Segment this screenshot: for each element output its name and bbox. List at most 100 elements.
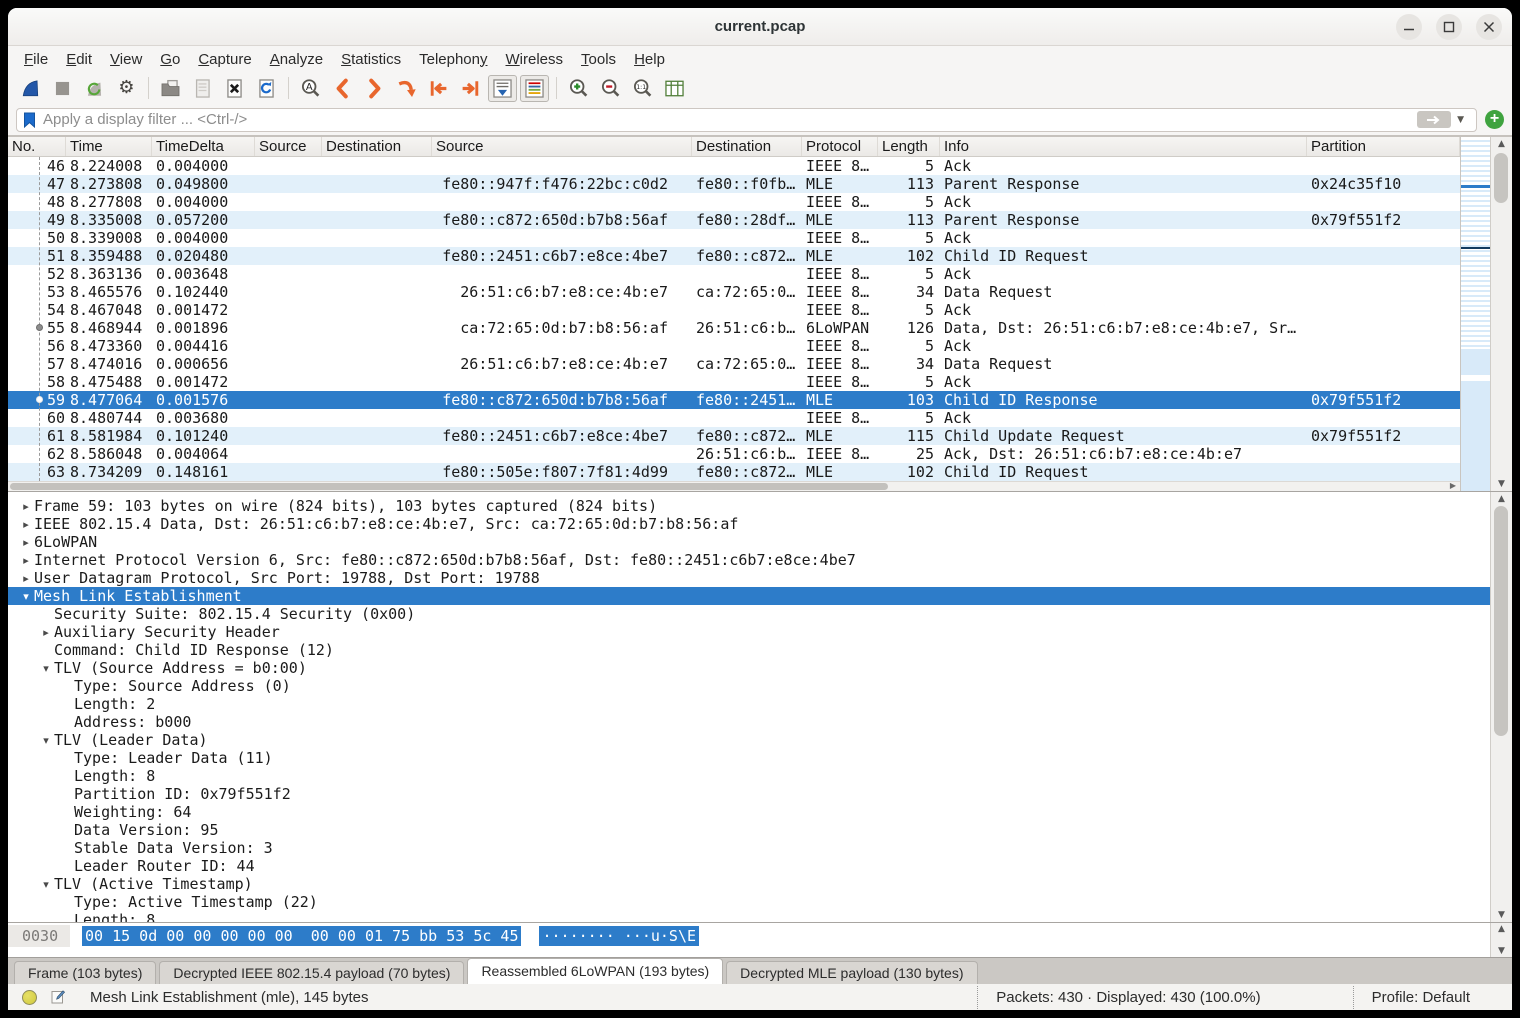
- detail-line[interactable]: ▸Internet Protocol Version 6, Src: fe80:…: [8, 551, 1490, 569]
- vscroll-thumb[interactable]: [1494, 153, 1508, 203]
- detail-line[interactable]: ▾TLV (Active Timestamp): [8, 875, 1490, 893]
- detail-line[interactable]: Command: Child ID Response (12): [8, 641, 1490, 659]
- zoom-out-button[interactable]: [596, 75, 625, 102]
- packet-row-54[interactable]: 548.4670480.001472IEEE 8…5Ack: [8, 301, 1460, 319]
- detail-line[interactable]: Stable Data Version: 3: [8, 839, 1490, 857]
- maximize-button[interactable]: [1436, 14, 1462, 40]
- detail-line[interactable]: Type: Active Timestamp (22): [8, 893, 1490, 911]
- scroll-up-icon[interactable]: ▲: [1491, 139, 1512, 149]
- collapse-icon[interactable]: ▾: [38, 662, 54, 675]
- packet-row-55[interactable]: 558.4689440.001896ca:72:65:0d:b7:b8:56:a…: [8, 319, 1460, 337]
- reload-file-button[interactable]: [252, 75, 281, 102]
- scroll-up-icon[interactable]: ▲: [1491, 494, 1512, 504]
- menu-wireless[interactable]: Wireless: [497, 49, 573, 70]
- expand-icon[interactable]: ▸: [18, 536, 34, 549]
- zoom-in-button[interactable]: [564, 75, 593, 102]
- go-forward-button[interactable]: [360, 75, 389, 102]
- collapse-icon[interactable]: ▾: [38, 878, 54, 891]
- go-first-button[interactable]: [424, 75, 453, 102]
- detail-line[interactable]: Weighting: 64: [8, 803, 1490, 821]
- detail-line[interactable]: Leader Router ID: 44: [8, 857, 1490, 875]
- detail-line[interactable]: Length: 8: [8, 767, 1490, 785]
- packet-row-56[interactable]: 568.4733600.004416IEEE 8…5Ack: [8, 337, 1460, 355]
- add-filter-button[interactable]: +: [1485, 110, 1504, 129]
- details-scrollbar[interactable]: ▲ ▼: [1490, 492, 1512, 922]
- column-header-source[interactable]: Source: [432, 137, 692, 156]
- detail-line[interactable]: Data Version: 95: [8, 821, 1490, 839]
- zoom-original-button[interactable]: 1:1: [628, 75, 657, 102]
- detail-line[interactable]: Length: 8: [8, 911, 1490, 922]
- packet-row-58[interactable]: 588.4754880.001472IEEE 8…5Ack: [8, 373, 1460, 391]
- column-header-protocol[interactable]: Protocol: [802, 137, 878, 156]
- packet-row-53[interactable]: 538.4655760.10244026:51:c6:b7:e8:ce:4b:e…: [8, 283, 1460, 301]
- expand-icon[interactable]: ▸: [18, 500, 34, 513]
- menu-edit[interactable]: Edit: [57, 49, 101, 70]
- scroll-down-icon[interactable]: ▼: [1491, 479, 1512, 489]
- collapse-icon[interactable]: ▾: [38, 734, 54, 747]
- detail-line[interactable]: Length: 2: [8, 695, 1490, 713]
- packet-row-48[interactable]: 488.2778080.004000IEEE 8…5Ack: [8, 193, 1460, 211]
- hex-scrollbar[interactable]: ▲ ▼: [1490, 923, 1512, 957]
- packet-row-52[interactable]: 528.3631360.003648IEEE 8…5Ack: [8, 265, 1460, 283]
- column-header-time[interactable]: Time: [66, 137, 152, 156]
- menu-tools[interactable]: Tools: [572, 49, 625, 70]
- detail-line[interactable]: ▸User Datagram Protocol, Src Port: 19788…: [8, 569, 1490, 587]
- packet-row-46[interactable]: 468.2240080.004000IEEE 8…5Ack: [8, 157, 1460, 175]
- detail-line[interactable]: ▸6LoWPAN: [8, 533, 1490, 551]
- tab-decrypted-mle-payload-130-bytes[interactable]: Decrypted MLE payload (130 bytes): [726, 961, 977, 984]
- packet-row-51[interactable]: 518.3594880.020480fe80::2451:c6b7:e8ce:4…: [8, 247, 1460, 265]
- packet-row-63[interactable]: 638.7342090.148161fe80::505e:f807:7f81:4…: [8, 463, 1460, 481]
- hex-row[interactable]: 0030 00 15 0d 00 00 00 00 00 00 00 01 75…: [8, 925, 699, 947]
- status-profile[interactable]: Profile: Default: [1353, 986, 1512, 1009]
- detail-line[interactable]: Address: b000: [8, 713, 1490, 731]
- bookmark-icon[interactable]: [23, 112, 36, 128]
- expand-icon[interactable]: ▸: [18, 554, 34, 567]
- start-capture-button[interactable]: [16, 75, 45, 102]
- tab-decrypted-ieee-802-15-4-payload-70-bytes[interactable]: Decrypted IEEE 802.15.4 payload (70 byte…: [159, 961, 464, 984]
- column-header-destination[interactable]: Destination: [692, 137, 802, 156]
- menu-analyze[interactable]: Analyze: [261, 49, 332, 70]
- menu-go[interactable]: Go: [151, 49, 189, 70]
- scroll-down-icon[interactable]: ▼: [1491, 910, 1512, 920]
- close-button[interactable]: [1476, 14, 1502, 40]
- restart-capture-button[interactable]: [80, 75, 109, 102]
- hscroll-right-arrow-icon[interactable]: ▶: [1450, 481, 1456, 490]
- find-packet-button[interactable]: A: [296, 75, 325, 102]
- hscroll-thumb[interactable]: [10, 483, 888, 490]
- column-header-no[interactable]: No.: [8, 137, 66, 156]
- expand-icon[interactable]: ▸: [18, 572, 34, 585]
- minimize-button[interactable]: [1396, 14, 1422, 40]
- menu-view[interactable]: View: [101, 49, 151, 70]
- column-header-destination[interactable]: Destination: [322, 137, 432, 156]
- column-header-timedelta[interactable]: TimeDelta: [152, 137, 255, 156]
- expand-icon[interactable]: ▸: [18, 518, 34, 531]
- go-back-button[interactable]: [328, 75, 357, 102]
- colorize-button[interactable]: [520, 75, 549, 102]
- packet-row-61[interactable]: 618.5819840.101240fe80::2451:c6b7:e8ce:4…: [8, 427, 1460, 445]
- packet-list-scrollbar[interactable]: ▲ ▼: [1490, 137, 1512, 491]
- menu-file[interactable]: File: [15, 49, 57, 70]
- detail-line[interactable]: Type: Leader Data (11): [8, 749, 1490, 767]
- menu-help[interactable]: Help: [625, 49, 674, 70]
- menu-statistics[interactable]: Statistics: [332, 49, 410, 70]
- scroll-down-icon[interactable]: ▼: [1491, 946, 1512, 956]
- resize-columns-button[interactable]: [660, 75, 689, 102]
- packet-row-59[interactable]: 598.4770640.001576fe80::c872:650d:b7b8:5…: [8, 391, 1460, 409]
- packet-row-50[interactable]: 508.3390080.004000IEEE 8…5Ack: [8, 229, 1460, 247]
- save-file-button[interactable]: [188, 75, 217, 102]
- column-header-source[interactable]: Source: [255, 137, 322, 156]
- column-header-info[interactable]: Info: [940, 137, 1307, 156]
- go-last-button[interactable]: [456, 75, 485, 102]
- detail-line[interactable]: Security Suite: 802.15.4 Security (0x00): [8, 605, 1490, 623]
- packet-row-49[interactable]: 498.3350080.057200fe80::c872:650d:b7b8:5…: [8, 211, 1460, 229]
- detail-line[interactable]: ▾TLV (Source Address = b0:00): [8, 659, 1490, 677]
- auto-scroll-button[interactable]: [488, 75, 517, 102]
- tab-frame-103-bytes[interactable]: Frame (103 bytes): [14, 961, 156, 984]
- detail-line[interactable]: Type: Source Address (0): [8, 677, 1490, 695]
- column-header-length[interactable]: Length: [878, 137, 940, 156]
- scroll-up-icon[interactable]: ▲: [1491, 924, 1512, 934]
- tab-reassembled-6lowpan-193-bytes[interactable]: Reassembled 6LoWPAN (193 bytes): [467, 958, 723, 984]
- open-file-button[interactable]: [156, 75, 185, 102]
- detail-line[interactable]: ▸Auxiliary Security Header: [8, 623, 1490, 641]
- go-to-packet-button[interactable]: [392, 75, 421, 102]
